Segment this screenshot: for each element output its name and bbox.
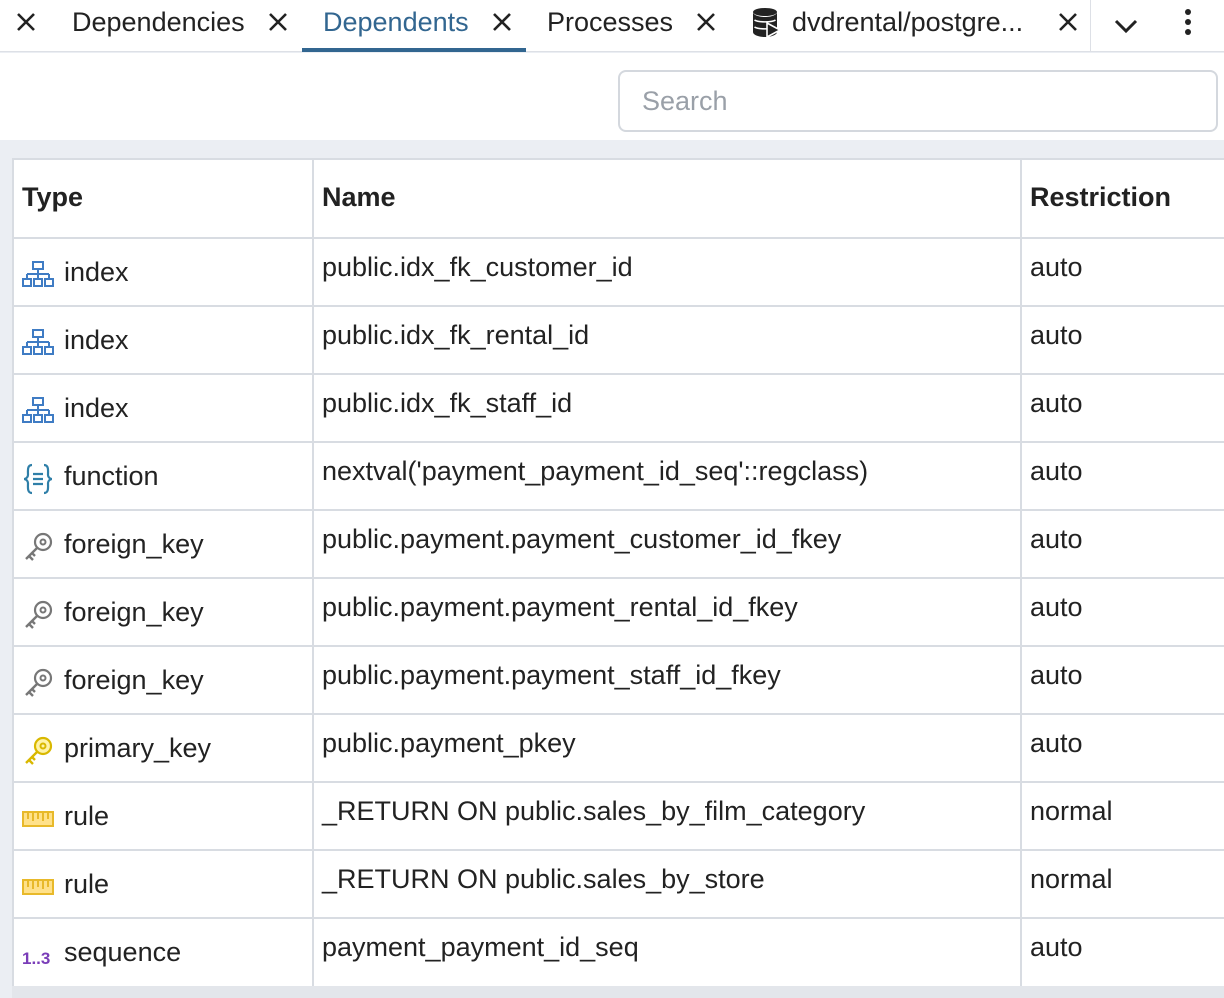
cell-type: foreign_key	[14, 511, 314, 577]
cell-restriction: normal	[1030, 864, 1113, 894]
rule-icon	[22, 811, 54, 827]
cell-type: primary_key	[14, 715, 314, 781]
table-row[interactable]: index public.idx_fk_staff_id auto	[14, 375, 1224, 443]
cell-name: public.payment.payment_rental_id_fkey	[314, 579, 1022, 645]
cell-name: public.idx_fk_customer_id	[314, 239, 1022, 305]
svg-text:1..3: 1..3	[22, 949, 50, 968]
column-header-restriction[interactable]: Restriction	[1022, 160, 1224, 237]
table-row[interactable]: foreign_key public.payment.payment_staff…	[14, 647, 1224, 715]
table-header-row: Type Name Restriction	[14, 160, 1224, 239]
cell-type: function	[14, 443, 314, 509]
foreign-key-icon	[25, 668, 53, 697]
search-input[interactable]	[618, 70, 1218, 132]
table-row[interactable]: rule _RETURN ON public.sales_by_film_cat…	[14, 783, 1224, 851]
table-row[interactable]: foreign_key public.payment.payment_renta…	[14, 579, 1224, 647]
type-label: foreign_key	[64, 597, 204, 627]
cell-restriction: auto	[1030, 456, 1083, 486]
tab-query-tool[interactable]: dvdrental/postgre...	[792, 4, 1023, 40]
tab-divider	[1090, 0, 1091, 52]
index-icon	[22, 261, 54, 287]
cell-name: public.payment.payment_customer_id_fkey	[314, 511, 1022, 577]
foreign-key-icon	[25, 532, 53, 561]
cell-restriction: auto	[1030, 320, 1083, 350]
type-label: function	[64, 461, 159, 491]
cell-name: public.payment.payment_staff_id_fkey	[314, 647, 1022, 713]
table-scrollbar-track[interactable]	[12, 986, 1224, 998]
dependents-table: Type Name Restriction index public.idx_f…	[12, 158, 1224, 989]
more-vertical-icon[interactable]	[1178, 8, 1198, 38]
cell-name: public.idx_fk_staff_id	[314, 375, 1022, 441]
cell-type: 1..3 sequence	[14, 919, 314, 987]
table-row[interactable]: index public.idx_fk_rental_id auto	[14, 307, 1224, 375]
index-icon	[22, 397, 54, 423]
rule-icon	[22, 879, 54, 895]
table-row[interactable]: index public.idx_fk_customer_id auto	[14, 239, 1224, 307]
type-label: index	[64, 325, 129, 355]
close-icon[interactable]	[14, 10, 38, 34]
close-icon[interactable]	[694, 10, 718, 34]
cell-restriction: auto	[1030, 728, 1083, 758]
table-row[interactable]: rule _RETURN ON public.sales_by_store no…	[14, 851, 1224, 919]
cell-type: rule	[14, 851, 314, 917]
cell-type: foreign_key	[14, 579, 314, 645]
cell-name: payment_payment_id_seq	[314, 919, 1022, 987]
type-label: index	[64, 393, 129, 423]
cell-name: _RETURN ON public.sales_by_store	[314, 851, 1022, 917]
close-icon[interactable]	[266, 10, 290, 34]
cell-restriction: auto	[1030, 660, 1083, 690]
tab-processes[interactable]: Processes	[547, 4, 673, 40]
table-row[interactable]: primary_key public.payment_pkey auto	[14, 715, 1224, 783]
sequence-icon: 1..3	[22, 949, 50, 968]
cell-restriction: auto	[1030, 388, 1083, 418]
cell-type: rule	[14, 783, 314, 849]
cell-type: index	[14, 239, 314, 305]
close-icon[interactable]	[1056, 10, 1080, 34]
index-icon	[22, 329, 54, 355]
active-tab-indicator	[302, 48, 526, 52]
column-header-type[interactable]: Type	[14, 160, 314, 237]
column-header-name[interactable]: Name	[314, 160, 1022, 237]
type-label: sequence	[64, 937, 182, 967]
cell-restriction: normal	[1030, 796, 1113, 826]
cell-type: foreign_key	[14, 647, 314, 713]
table-row[interactable]: 1..3 sequence payment_payment_id_seq aut…	[14, 919, 1224, 987]
type-label: index	[64, 257, 129, 287]
cell-restriction: auto	[1030, 252, 1083, 282]
cell-restriction: auto	[1030, 932, 1083, 962]
table-row[interactable]: function nextval('payment_payment_id_seq…	[14, 443, 1224, 511]
cell-type: index	[14, 307, 314, 373]
type-label: rule	[64, 869, 110, 899]
close-icon[interactable]	[490, 10, 514, 34]
cell-name: _RETURN ON public.sales_by_film_category	[314, 783, 1022, 849]
foreign-key-icon	[25, 600, 53, 629]
type-label: foreign_key	[64, 665, 204, 695]
primary-key-icon	[25, 736, 53, 765]
type-label: rule	[64, 801, 110, 831]
cell-name: public.payment_pkey	[314, 715, 1022, 781]
chevron-down-icon[interactable]	[1112, 14, 1140, 38]
cell-restriction: auto	[1030, 524, 1083, 554]
cell-restriction: auto	[1030, 592, 1083, 622]
cell-name: public.idx_fk_rental_id	[314, 307, 1022, 373]
table-row[interactable]: foreign_key public.payment.payment_custo…	[14, 511, 1224, 579]
tab-dependents[interactable]: Dependents	[323, 4, 469, 40]
function-icon	[23, 463, 53, 495]
tab-bar: Dependencies Dependents Processes dvdren…	[0, 0, 1224, 52]
database-query-icon	[753, 8, 782, 39]
tab-dependencies[interactable]: Dependencies	[72, 4, 245, 40]
cell-type: index	[14, 375, 314, 441]
type-label: primary_key	[64, 733, 212, 763]
cell-name: nextval('payment_payment_id_seq'::regcla…	[314, 443, 1022, 509]
type-label: foreign_key	[64, 529, 204, 559]
